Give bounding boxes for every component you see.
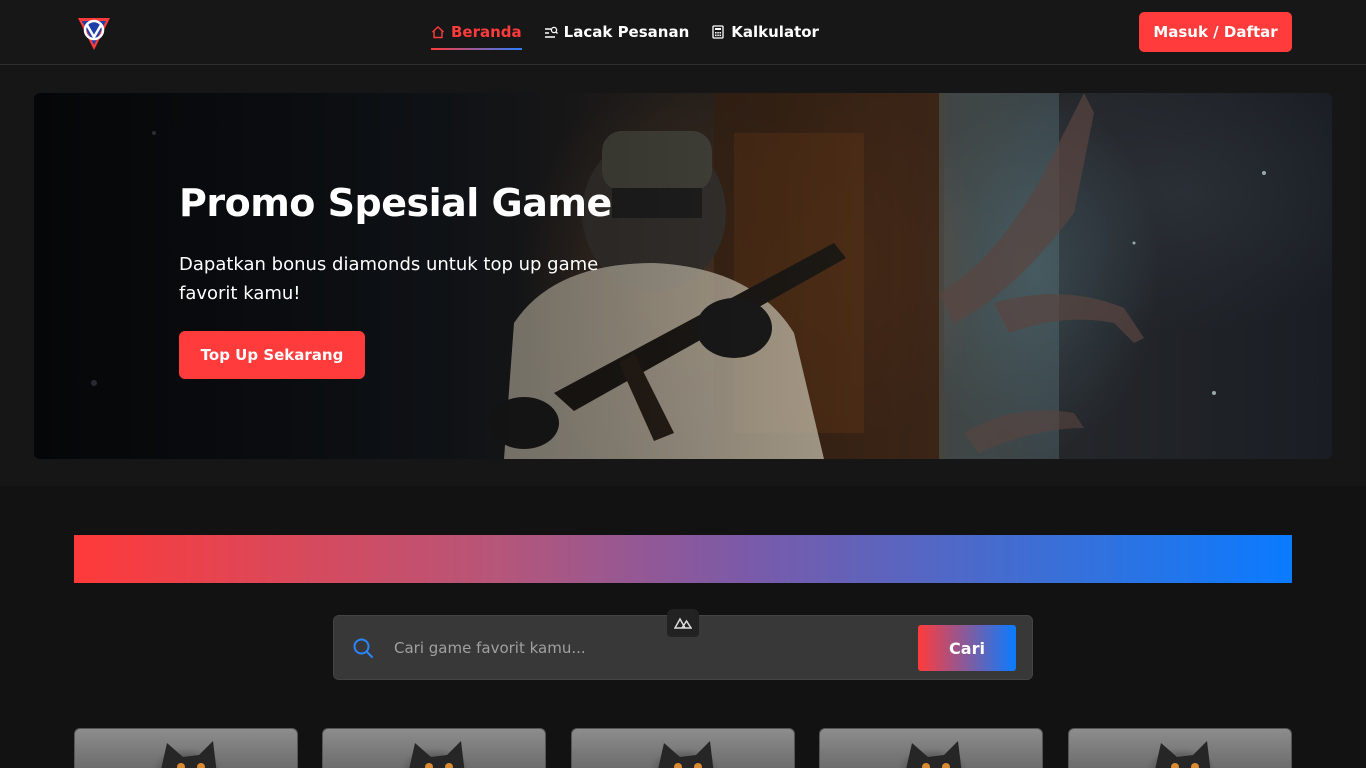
- gradient-banner: [74, 535, 1292, 583]
- nav-item-label: Lacak Pesanan: [563, 23, 690, 41]
- game-card-list: [74, 728, 1292, 768]
- cat-image: [658, 741, 714, 768]
- nuxt-icon: [674, 617, 692, 629]
- game-card[interactable]: [819, 728, 1043, 768]
- cat-image: [161, 741, 217, 768]
- calculator-icon: [712, 25, 724, 39]
- cat-image: [409, 741, 465, 768]
- search-button[interactable]: Cari: [918, 625, 1016, 671]
- hero-banner: Promo Spesial Game Dapatkan bonus diamon…: [34, 93, 1332, 459]
- game-card[interactable]: [74, 728, 298, 768]
- main-nav: Beranda Lacak Pesanan Kalkulator: [431, 0, 841, 64]
- navbar: Beranda Lacak Pesanan Kalkulator Masuk /…: [0, 0, 1366, 65]
- brand-logo[interactable]: [75, 12, 113, 52]
- nav-item-lacak-pesanan[interactable]: Lacak Pesanan: [544, 0, 690, 64]
- cat-image: [906, 741, 962, 768]
- cat-image: [1155, 741, 1211, 768]
- logo-icon: [78, 18, 110, 50]
- hero-subtitle: Dapatkan bonus diamonds untuk top up gam…: [179, 254, 599, 304]
- list-search-icon: [544, 26, 558, 38]
- nuxt-devtools-badge[interactable]: [667, 609, 699, 637]
- nav-item-label: Kalkulator: [731, 23, 819, 41]
- login-register-button[interactable]: Masuk / Daftar: [1139, 12, 1292, 52]
- hero-section: Promo Spesial Game Dapatkan bonus diamon…: [0, 65, 1366, 486]
- search-icon: [353, 638, 373, 658]
- search-input[interactable]: [394, 630, 894, 666]
- game-card[interactable]: [322, 728, 546, 768]
- nav-item-label: Beranda: [451, 23, 522, 41]
- game-card[interactable]: [1068, 728, 1292, 768]
- nav-item-kalkulator[interactable]: Kalkulator: [711, 0, 819, 64]
- game-card[interactable]: [571, 728, 795, 768]
- nav-item-beranda[interactable]: Beranda: [431, 0, 522, 64]
- home-icon: [432, 26, 444, 39]
- top-up-now-button[interactable]: Top Up Sekarang: [179, 331, 365, 379]
- hero-title: Promo Spesial Game: [179, 181, 612, 225]
